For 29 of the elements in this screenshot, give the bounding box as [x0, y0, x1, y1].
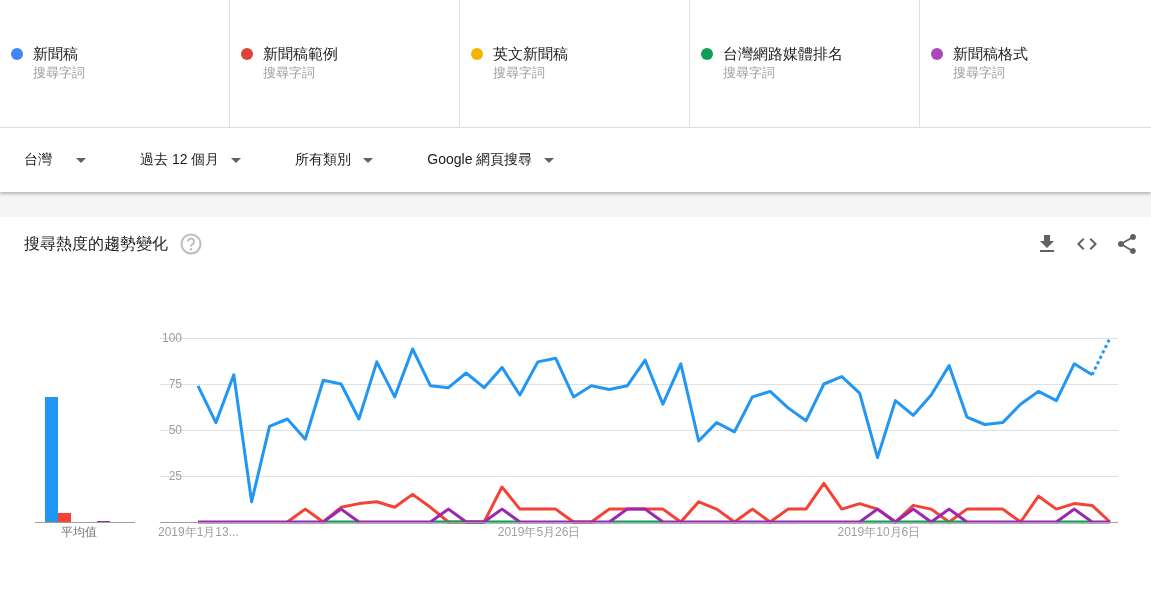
caret-icon [231, 157, 242, 163]
axis-label: 平均值 [61, 525, 97, 539]
search-term[interactable]: 新聞稿範例 [263, 44, 338, 64]
term-type: 搜尋字詞 [263, 64, 316, 82]
projection-line [1090, 337, 1112, 376]
term-type: 搜尋字詞 [723, 64, 776, 82]
axis-tick-label: 100 [161, 331, 182, 345]
axis-tick-label: 2019年5月26日 [497, 525, 581, 539]
term-type: 搜尋字詞 [953, 64, 1006, 82]
search-term[interactable]: 新聞稿格式 [953, 44, 1028, 64]
filter-dropdown[interactable]: 過去 12 個月 [130, 145, 252, 175]
axis-tick-label: 2019年1月13... [158, 525, 239, 539]
share-icon[interactable] [1115, 232, 1139, 256]
caret-icon [76, 157, 86, 163]
caret-icon [363, 157, 374, 163]
search-term[interactable]: 英文新聞稿 [493, 44, 568, 64]
caret-icon [544, 157, 555, 163]
filter-dropdown[interactable]: Google 網頁搜尋 [417, 145, 565, 175]
term-type: 搜尋字詞 [493, 64, 546, 82]
search-term[interactable]: 台灣網路媒體排名 [723, 44, 843, 64]
term-type: 搜尋字詞 [33, 64, 85, 82]
filter-dropdown[interactable]: 所有類別 [285, 145, 384, 175]
axis-tick-label: 25 [168, 469, 182, 483]
axis-tick-label: 50 [168, 423, 182, 437]
section-title: 搜尋熱度的趨勢變化 [24, 233, 168, 254]
axis-tick-label: 75 [168, 377, 182, 391]
axis-tick-label: 2019年10月6日 [837, 525, 921, 539]
filter-dropdown[interactable]: 台灣 [14, 145, 96, 175]
search-term[interactable]: 新聞稿 [33, 44, 85, 64]
